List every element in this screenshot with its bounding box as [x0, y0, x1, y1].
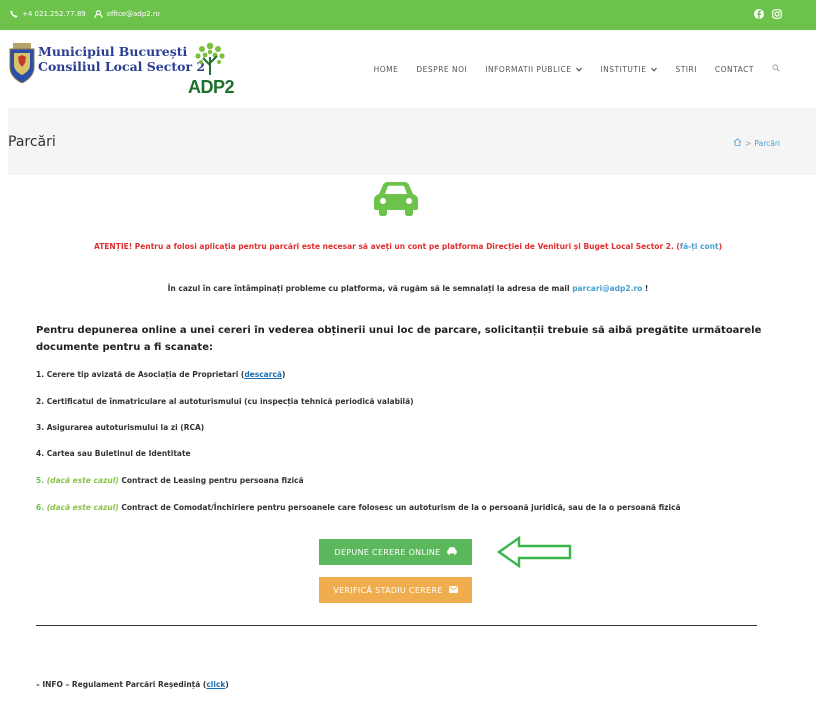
nav-label: DESPRE NOI: [416, 64, 468, 74]
search-button[interactable]: [772, 64, 780, 74]
divider: [36, 625, 757, 626]
regulation-link[interactable]: click: [206, 680, 225, 689]
document-item: 5. (dacă este cazul) Contract de Leasing…: [36, 476, 304, 485]
document-number: 2.: [36, 397, 45, 406]
attention-text: ATENȚIE! Pentru a folosi aplicația pentr…: [93, 242, 680, 251]
instagram-icon[interactable]: [772, 9, 782, 19]
nav-label: INFORMATII PUBLICE: [485, 64, 572, 74]
social-links: [754, 9, 782, 19]
car-icon: [446, 547, 457, 557]
logo-line-2: Consiliul Local Sector 2: [38, 59, 206, 74]
nav-item-stiri[interactable]: STIRI: [675, 65, 696, 74]
site-logo[interactable]: Municipiul București Consiliul Local Sec…: [8, 40, 248, 99]
document-number: 6.: [36, 503, 45, 512]
nav-label: CONTACT: [714, 64, 754, 74]
document-number: 3.: [36, 423, 45, 432]
document-text: Contract de Comodat/Închiriere pentru pe…: [121, 503, 681, 512]
nav-item-institutie[interactable]: INSTITUTIE: [600, 64, 658, 74]
documents-intro: Pentru depunerea online a unei cereri în…: [36, 325, 762, 353]
document-item: 2. Certificatul de înmatriculare al auto…: [36, 397, 414, 406]
button-label: DEPUNE CERERE ONLINE: [334, 547, 441, 557]
info-regulation: – INFO – Regulament Parcări Reședință (c…: [36, 680, 229, 689]
document-text: Certificatul de înmatriculare al autotur…: [46, 397, 414, 406]
nav-item-home[interactable]: HOME: [374, 65, 399, 74]
document-item: 1. Cerere tip avizată de Asociația de Pr…: [36, 370, 285, 379]
document-item: 6. (dacă este cazul) Contract de Comodat…: [36, 503, 681, 512]
nav-item-despre-noi[interactable]: DESPRE NOI: [416, 65, 467, 74]
check-request-status-button[interactable]: VERIFICĂ STADIU CERERE: [319, 577, 472, 603]
document-number: 5.: [36, 476, 45, 485]
problems-end: !: [642, 284, 649, 293]
email-icon: [94, 10, 103, 18]
phone-icon: [10, 10, 18, 18]
logo-line-1: Municipiul București: [38, 44, 188, 59]
submit-online-request-button[interactable]: DEPUNE CERERE ONLINE: [319, 539, 472, 565]
info-text: – INFO – Regulament Parcări Reședință (: [36, 680, 207, 689]
arrow-left-icon: [496, 535, 573, 572]
brand-text: ADP2: [188, 77, 235, 97]
document-text: Asigurarea autoturismului la zi (RCA): [46, 423, 205, 432]
document-text: Cartea sau Buletinul de Identitate: [46, 449, 191, 458]
create-account-link[interactable]: fă-ți cont: [680, 242, 719, 251]
document-end: ): [281, 370, 286, 379]
nav-item-informatii-publice[interactable]: INFORMATII PUBLICE: [485, 64, 583, 74]
phone-link[interactable]: +4 021.252.77.89: [22, 10, 86, 18]
document-text: Cerere tip avizată de Asociația de Propr…: [46, 370, 245, 379]
document-condition: (dacă este cazul): [46, 503, 119, 512]
breadcrumb: > Parcări: [733, 138, 780, 148]
nav-label: HOME: [373, 64, 399, 74]
chevron-down-icon: [651, 65, 658, 74]
page-title: Parcări: [8, 134, 56, 150]
document-number: 4.: [36, 449, 45, 458]
document-item: 3. Asigurarea autoturismului la zi (RCA): [36, 423, 204, 432]
parcari-email-link[interactable]: parcari@adp2.ro: [572, 284, 642, 293]
breadcrumb-separator: >: [745, 138, 752, 148]
problems-notice: În cazul în care întâmpinați probleme cu…: [0, 284, 816, 293]
search-icon: [772, 64, 780, 74]
facebook-icon[interactable]: [754, 9, 764, 19]
attention-end: ): [718, 242, 723, 251]
info-end: ): [225, 680, 229, 689]
car-icon: [373, 181, 419, 221]
document-text: Contract de Leasing pentru persoana fizi…: [121, 476, 304, 485]
attention-notice: ATENȚIE! Pentru a folosi aplicația pentr…: [0, 242, 816, 251]
document-item: 4. Cartea sau Buletinul de Identitate: [36, 449, 191, 458]
main-nav: HOME DESPRE NOI INFORMATII PUBLICE INSTI…: [374, 64, 780, 74]
breadcrumb-current[interactable]: Parcări: [754, 139, 780, 148]
document-number: 1.: [36, 370, 45, 379]
nav-item-contact[interactable]: CONTACT: [715, 65, 754, 74]
envelope-icon: [448, 585, 458, 595]
page-title-bar: Parcări > Parcări: [8, 108, 816, 175]
document-condition: (dacă este cazul): [46, 476, 119, 485]
button-label: VERIFICĂ STADIU CERERE: [333, 585, 443, 595]
logo-text: Municipiul București Consiliul Local Sec…: [38, 44, 205, 74]
download-link[interactable]: descarcă: [244, 370, 282, 379]
tree-icon: [190, 41, 230, 81]
home-icon[interactable]: [733, 138, 742, 148]
problems-text: În cazul în care întâmpinați probleme cu…: [167, 284, 573, 293]
top-contact: +4 021.252.77.89 office@adp2.ro: [10, 10, 160, 18]
email-link[interactable]: office@adp2.ro: [107, 10, 160, 18]
site-header: Municipiul București Consiliul Local Sec…: [0, 30, 816, 108]
nav-label: STIRI: [675, 64, 697, 74]
coat-of-arms-icon: [8, 40, 36, 87]
nav-label: INSTITUTIE: [600, 64, 647, 74]
top-bar: +4 021.252.77.89 office@adp2.ro: [0, 0, 816, 30]
chevron-down-icon: [576, 65, 583, 74]
